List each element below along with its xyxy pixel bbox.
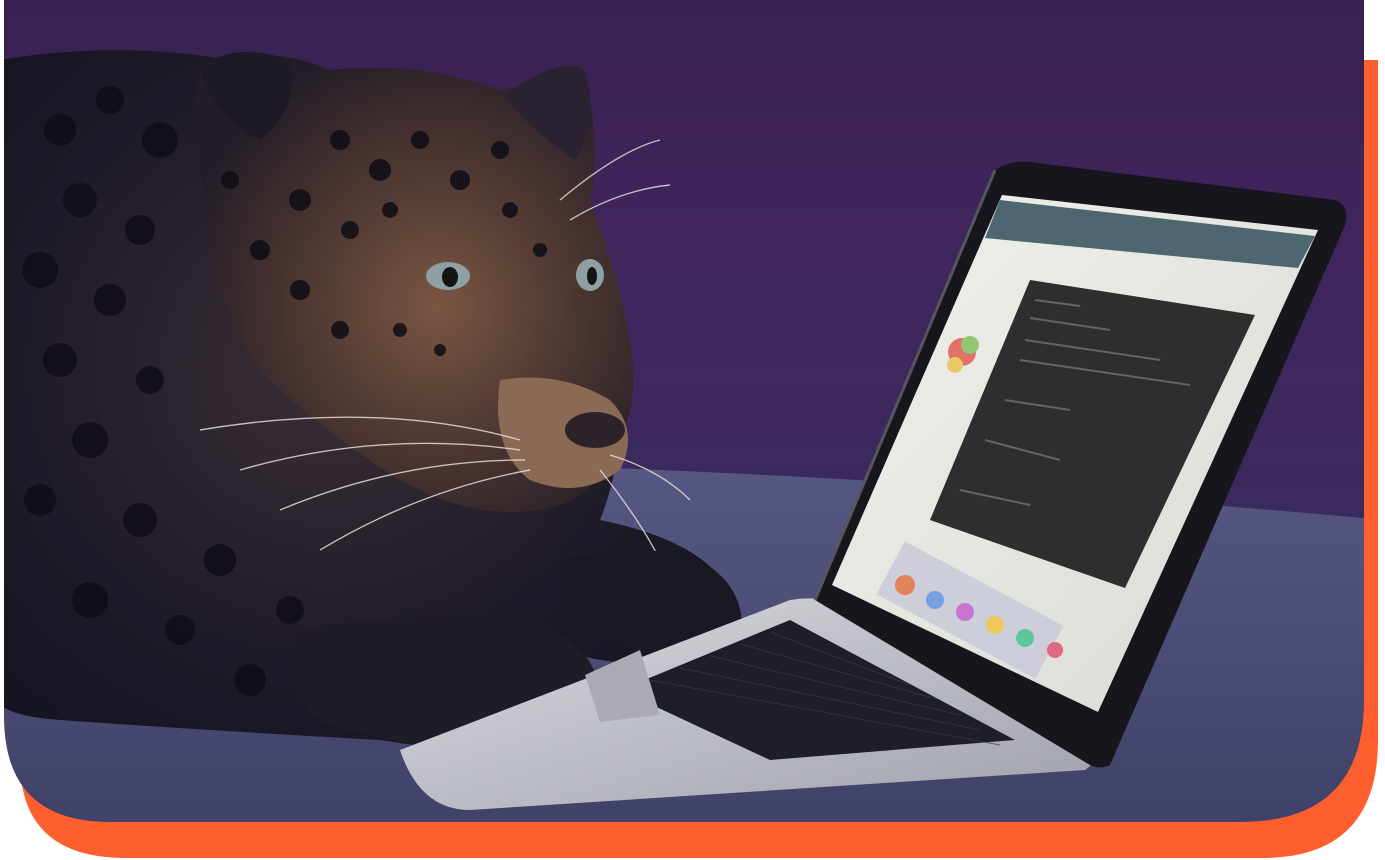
hero-image-card	[0, 0, 1385, 860]
leopard-nose	[565, 412, 625, 448]
photo-illustration	[4, 0, 1378, 858]
